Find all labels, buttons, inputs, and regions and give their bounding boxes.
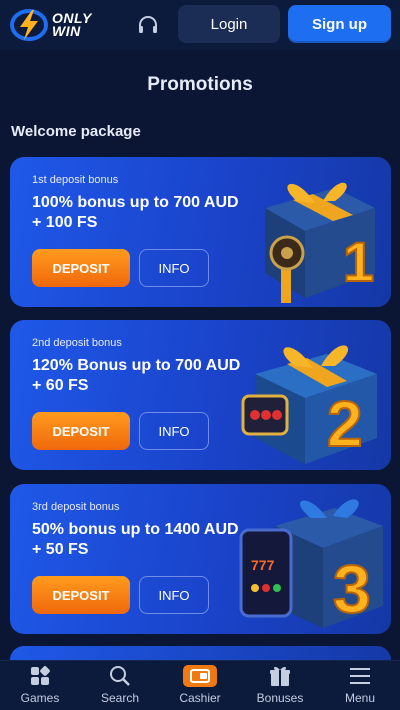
- nav-menu[interactable]: Menu: [320, 661, 400, 705]
- promo-card-3: 3rd deposit bonus 50% bonus up to 1400 A…: [10, 484, 391, 634]
- nav-games[interactable]: Games: [0, 661, 80, 705]
- info-button[interactable]: INFO: [139, 249, 209, 287]
- info-button[interactable]: INFO: [139, 576, 209, 614]
- nav-bonuses[interactable]: Bonuses: [240, 661, 320, 705]
- promo-title: 100% bonus up to 700 AUD + 100 FS: [32, 194, 239, 231]
- logo[interactable]: ONLY WIN: [10, 8, 92, 42]
- nav-label: Menu: [344, 691, 376, 705]
- gift-number-3: 3: [333, 551, 371, 627]
- bottom-navigation: Games Search Cashier Bonuses Menu: [0, 660, 400, 710]
- menu-icon: [350, 668, 370, 684]
- logo-line2: WIN: [52, 23, 81, 39]
- section-title: Welcome package: [11, 123, 141, 140]
- nav-label: Search: [100, 691, 140, 705]
- headset-icon[interactable]: [137, 14, 159, 36]
- deposit-button[interactable]: DEPOSIT: [32, 576, 130, 614]
- promo-title: 120% Bonus up to 700 AUD + 60 FS: [32, 357, 241, 394]
- deposit-button[interactable]: DEPOSIT: [32, 412, 130, 450]
- page-title: Promotions: [147, 74, 253, 95]
- logo-text: ONLY WIN: [52, 11, 92, 39]
- gift-number-1: 1: [343, 230, 374, 293]
- info-button[interactable]: INFO: [139, 412, 209, 450]
- lightning-logo-icon: [10, 9, 48, 41]
- deposit-button[interactable]: DEPOSIT: [32, 249, 130, 287]
- promo-card-2: 2nd deposit bonus 120% Bonus up to 700 A…: [10, 320, 391, 470]
- top-bar: ONLY WIN Login Sign up: [0, 0, 400, 50]
- search-icon: [110, 666, 130, 686]
- login-button[interactable]: Login: [178, 5, 280, 43]
- gift-number-2: 2: [327, 388, 363, 460]
- gift-box-phone-image: 777 3: [239, 499, 383, 628]
- signup-button[interactable]: Sign up: [288, 5, 391, 43]
- promo-card-1: 1st deposit bonus 100% bonus up to 700 A…: [10, 157, 391, 307]
- promo-label: 2nd deposit bonus: [32, 337, 122, 349]
- grid-icon: [31, 666, 50, 685]
- nav-label: Bonuses: [256, 691, 304, 705]
- promo-label: 1st deposit bonus: [32, 174, 119, 186]
- nav-cashier[interactable]: Cashier: [160, 661, 240, 705]
- gift-box-slots-image: 2: [241, 345, 377, 464]
- promo-title: 50% bonus up to 1400 AUD + 50 FS: [32, 521, 239, 558]
- wallet-icon: [183, 665, 217, 687]
- gift-box-roulette-image: 1: [265, 182, 375, 303]
- svg-text:777: 777: [251, 557, 275, 573]
- promo-label: 3rd deposit bonus: [32, 501, 120, 513]
- nav-search[interactable]: Search: [80, 661, 160, 705]
- nav-label: Cashier: [179, 691, 221, 705]
- gift-icon: [270, 666, 290, 686]
- nav-label: Games: [20, 691, 60, 705]
